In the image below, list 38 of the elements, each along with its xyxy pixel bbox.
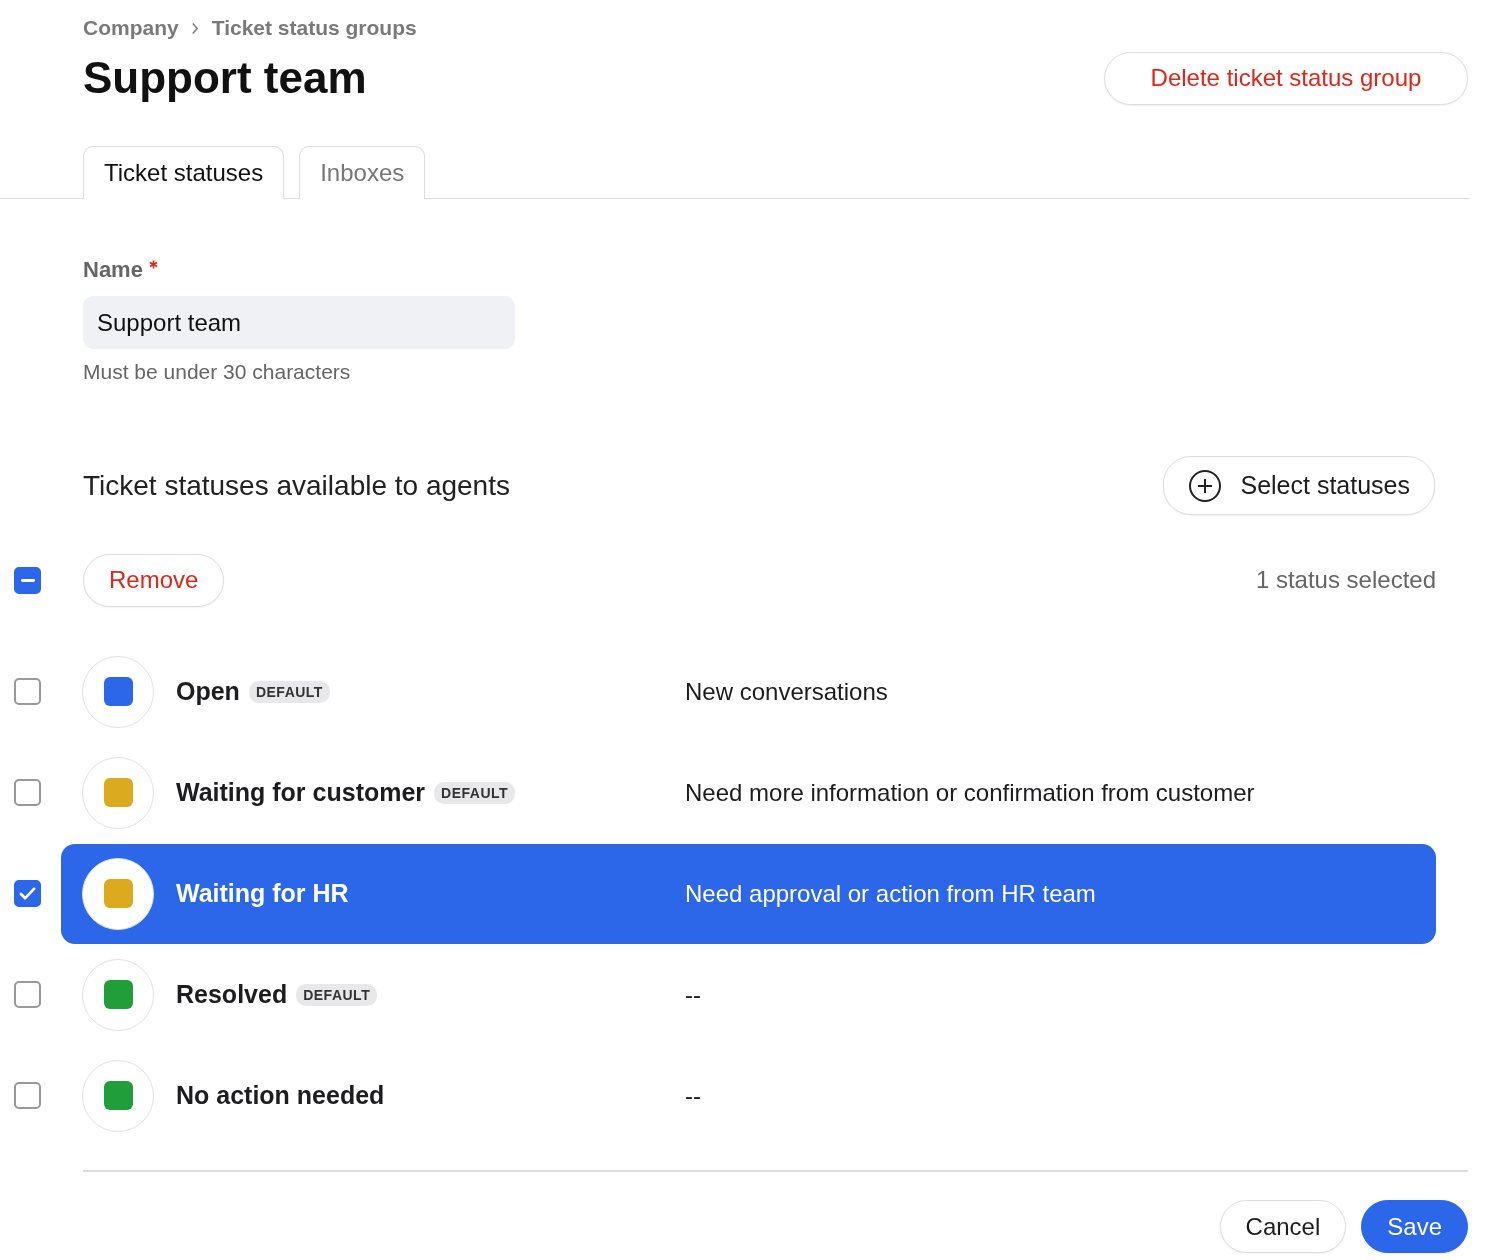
field-label: Name (83, 257, 1435, 283)
cancel-button[interactable]: Cancel (1219, 1200, 1347, 1253)
checkbox[interactable] (14, 678, 41, 705)
field-hint: Must be under 30 characters (83, 360, 352, 384)
status-description: -- (685, 980, 701, 1009)
default-badge: DEFAULT (248, 680, 330, 703)
save-button[interactable]: Save (1361, 1200, 1468, 1253)
tab[interactable]: Inboxes (299, 146, 426, 199)
remove-button[interactable]: Remove (83, 553, 225, 607)
status-description: Need more information or confirmation from customer (685, 778, 1255, 807)
chevron-right-icon (190, 21, 200, 35)
checkbox[interactable] (14, 981, 41, 1008)
check-icon (19, 887, 36, 900)
status-description: Need approval or action from HR team (685, 879, 1096, 908)
breadcrumb-link[interactable]: Ticket status groups (211, 16, 417, 40)
checkbox[interactable] (14, 880, 41, 907)
default-badge: DEFAULT (296, 983, 378, 1006)
section-title: Ticket statuses available to agents (83, 469, 510, 502)
delete-button[interactable]: Delete ticket status group (1104, 51, 1468, 105)
breadcrumb-link[interactable]: Company (83, 16, 179, 40)
select-statuses-button[interactable]: Select statuses (1163, 456, 1435, 515)
checkbox[interactable] (14, 779, 41, 806)
status-name: Open (176, 677, 240, 706)
status-name: Resolved (176, 980, 288, 1009)
minus-icon (20, 578, 35, 582)
page-title: Support team (83, 53, 367, 103)
checkbox[interactable] (14, 566, 41, 594)
status-description: New conversations (685, 677, 888, 706)
status-description: -- (685, 1081, 701, 1110)
status-name: No action needed (176, 1081, 385, 1110)
selection-count: 1 status selected (1255, 566, 1436, 594)
checkbox[interactable] (14, 1082, 41, 1109)
tab[interactable]: Ticket statuses (83, 146, 285, 199)
default-badge: DEFAULT (434, 781, 516, 804)
status-name: Waiting for customer (176, 778, 426, 807)
status-name: Waiting for HR (176, 879, 349, 908)
plus-circle-icon (1188, 468, 1223, 503)
name-input-field[interactable]: Support team (83, 296, 515, 349)
